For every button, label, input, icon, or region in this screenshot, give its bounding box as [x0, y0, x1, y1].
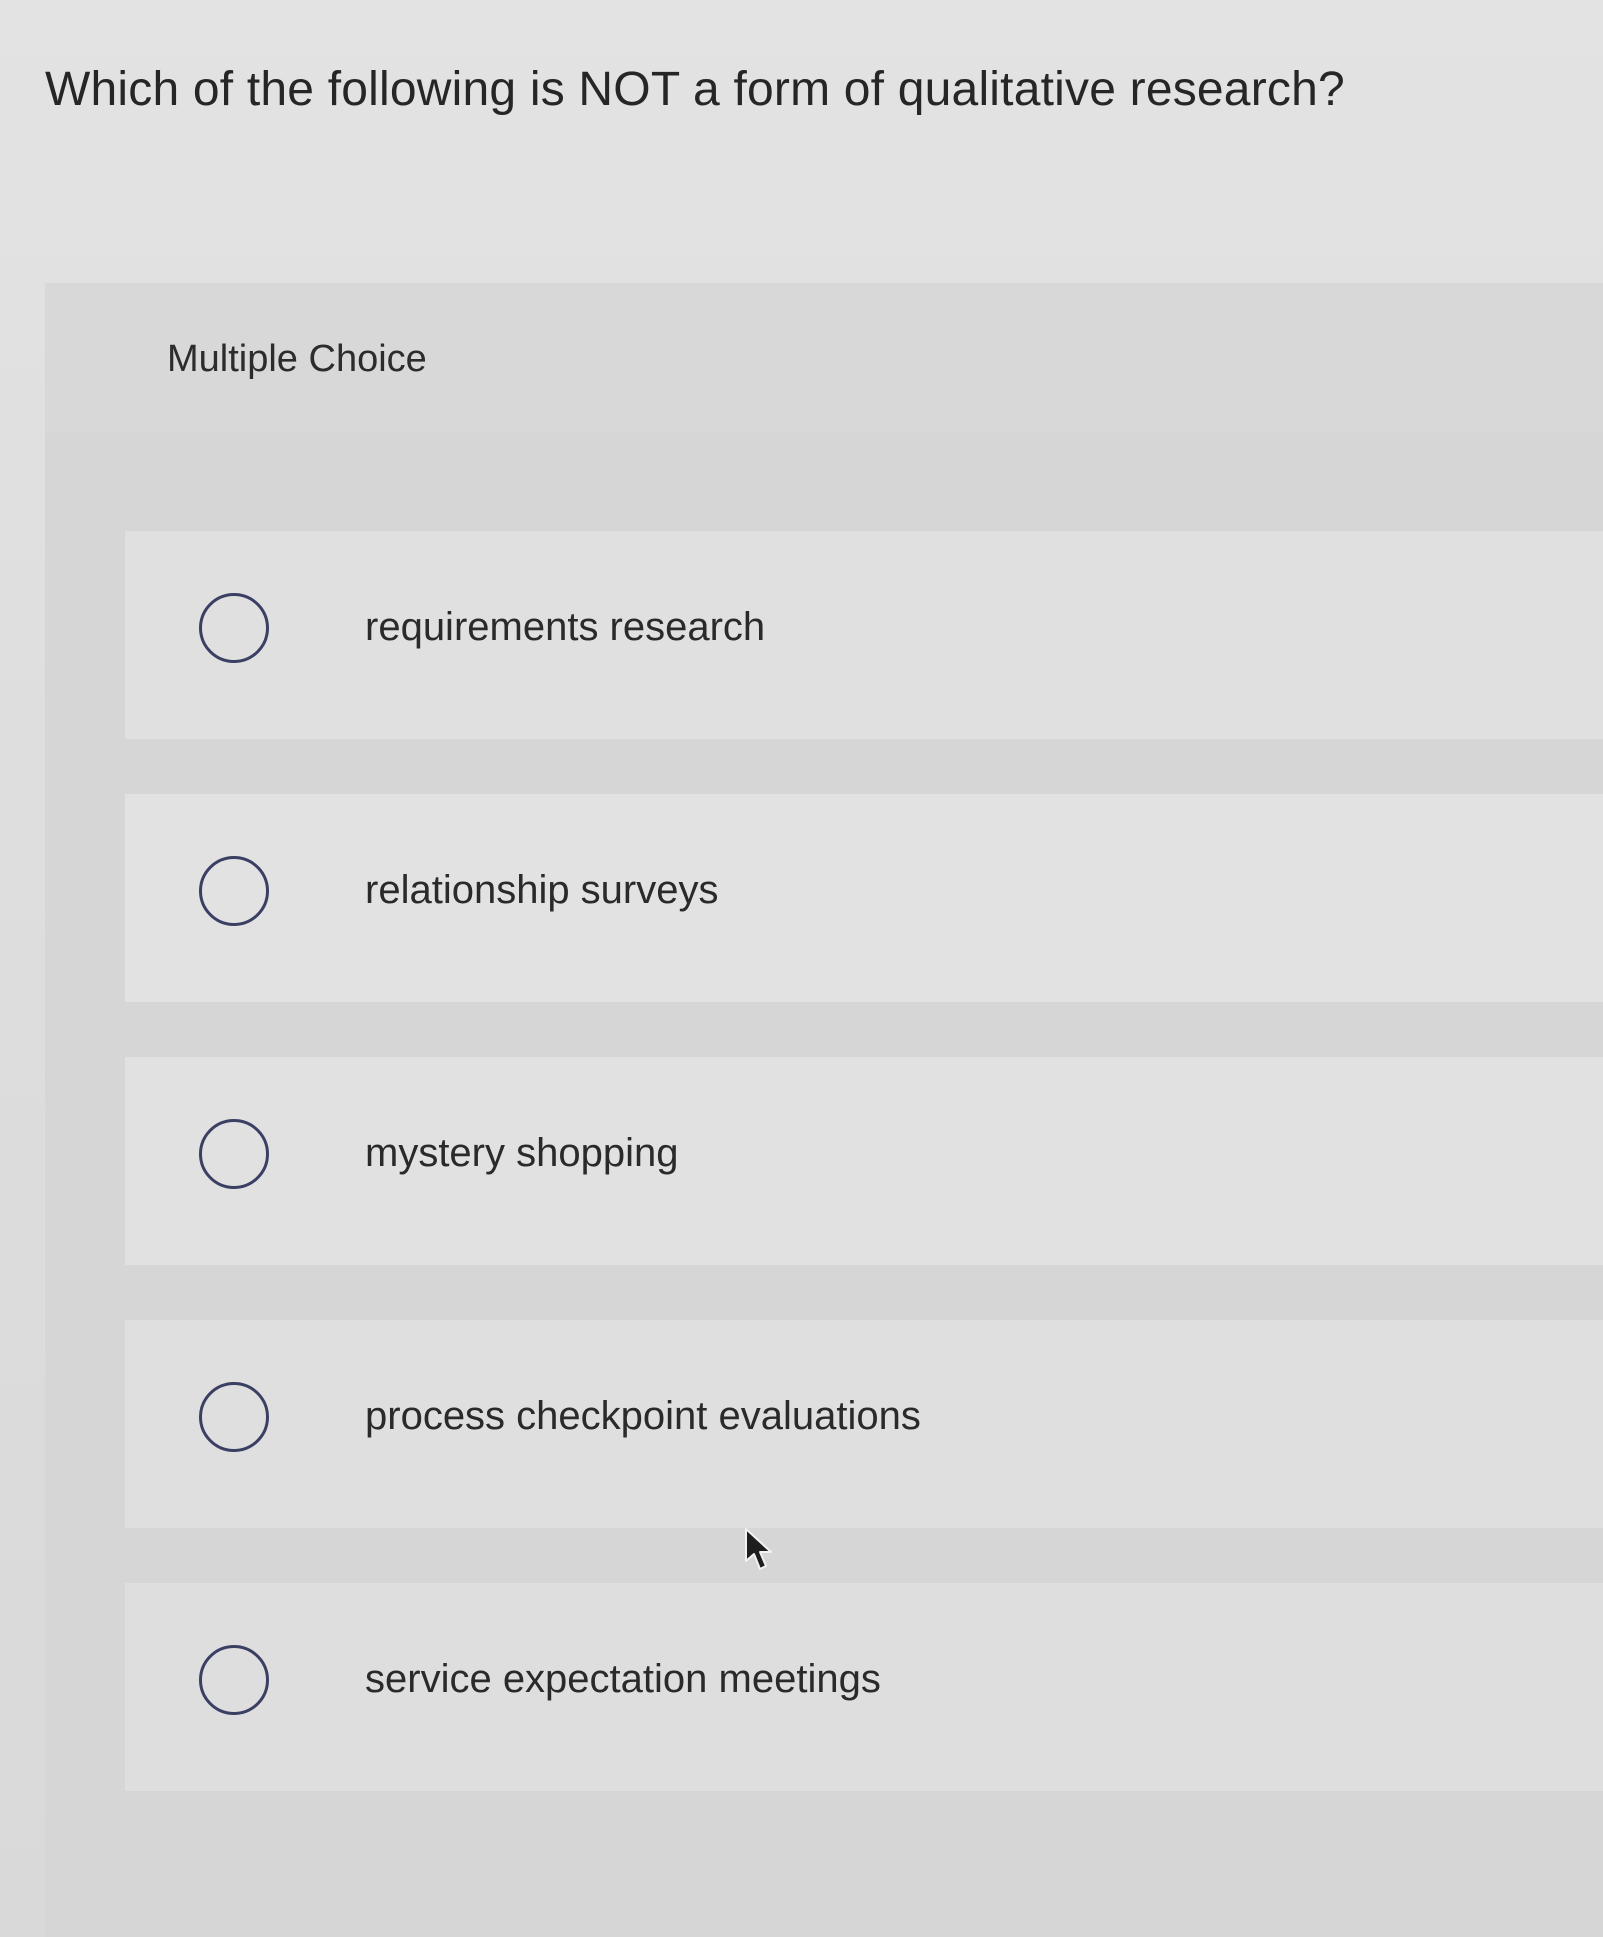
- question-text: Which of the following is NOT a form of …: [45, 63, 1345, 116]
- answer-option-4[interactable]: process checkpoint evaluations: [125, 1320, 1603, 1528]
- quiz-page: Which of the following is NOT a form of …: [0, 0, 1603, 1937]
- radio-unselected-icon[interactable]: [199, 856, 269, 926]
- radio-unselected-icon[interactable]: [199, 1382, 269, 1452]
- card-header: Multiple Choice: [45, 283, 1603, 433]
- radio-unselected-icon[interactable]: [199, 1645, 269, 1715]
- answer-option-label[interactable]: relationship surveys: [365, 868, 719, 913]
- radio-unselected-icon[interactable]: [199, 1119, 269, 1189]
- answer-option-label[interactable]: requirements research: [365, 605, 765, 650]
- answer-option-label[interactable]: process checkpoint evaluations: [365, 1394, 921, 1439]
- radio-unselected-icon[interactable]: [199, 593, 269, 663]
- mouse-pointer-icon: [745, 1528, 772, 1570]
- answer-option-label[interactable]: mystery shopping: [365, 1131, 678, 1176]
- answer-option-1[interactable]: requirements research: [125, 531, 1603, 739]
- answer-option-label[interactable]: service expectation meetings: [365, 1657, 881, 1702]
- answer-options-list: requirements research relationship surve…: [125, 531, 1603, 1846]
- answer-option-5[interactable]: service expectation meetings: [125, 1583, 1603, 1791]
- multiple-choice-card: Multiple Choice requirements research re…: [45, 283, 1603, 1937]
- question-type-label: Multiple Choice: [167, 338, 427, 380]
- answer-option-2[interactable]: relationship surveys: [125, 794, 1603, 1002]
- answer-option-3[interactable]: mystery shopping: [125, 1057, 1603, 1265]
